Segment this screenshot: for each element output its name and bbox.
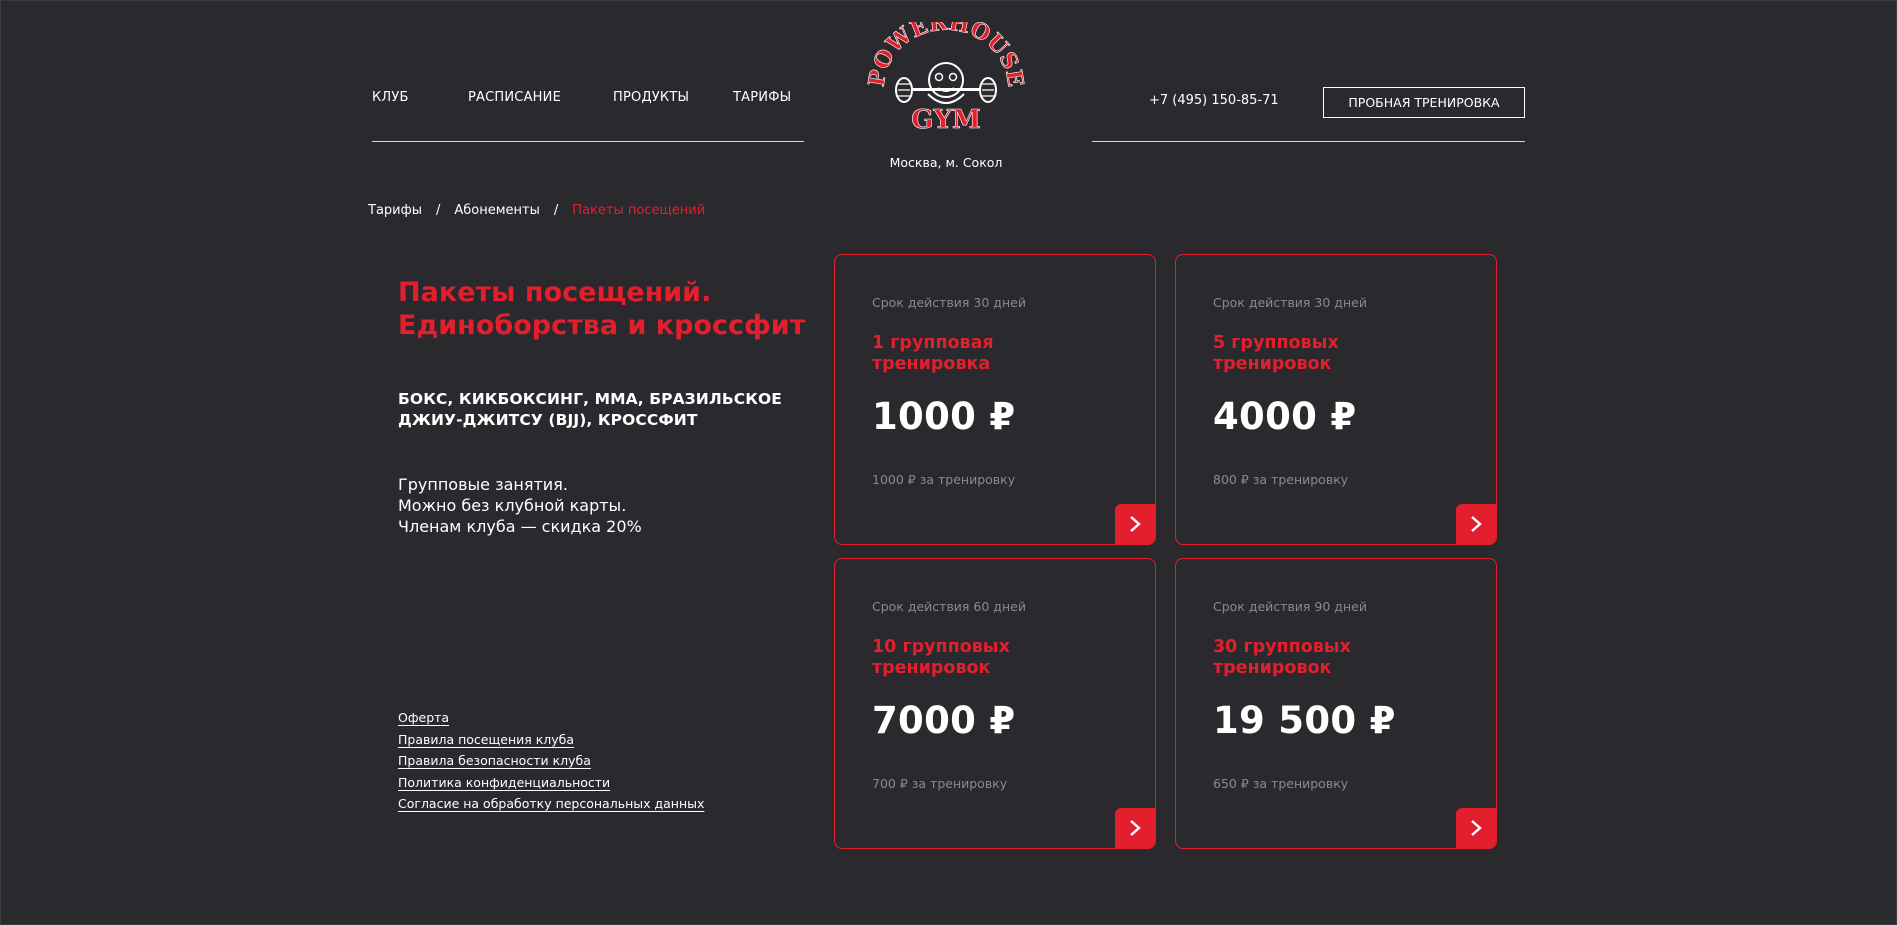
package-card[interactable]: Срок действия 30 дней 5 групповых тренир…	[1175, 254, 1497, 545]
nav-item-products[interactable]: ПРОДУКТЫ	[613, 90, 689, 105]
card-title-line: тренировок	[872, 658, 991, 678]
header-divider-left	[372, 141, 804, 142]
card-arrow-button[interactable]	[1456, 808, 1496, 848]
card-arrow-button[interactable]	[1115, 504, 1155, 544]
card-validity: Срок действия 60 дней	[872, 599, 1026, 614]
legal-links: Оферта Правила посещения клуба Правила б…	[398, 707, 704, 815]
city-label: Москва, м. Сокол	[889, 155, 1003, 170]
card-title-line: тренировок	[1213, 354, 1332, 374]
page-title: Пакеты посещений. Единоборства и кроссфи…	[398, 276, 818, 342]
personal-data-consent-link[interactable]: Согласие на обработку персональных данны…	[398, 793, 704, 815]
description-line: Можно без клубной карты.	[398, 496, 627, 515]
privacy-policy-link[interactable]: Политика конфиденциальности	[398, 772, 704, 794]
package-card[interactable]: Срок действия 30 дней 1 групповая тренир…	[834, 254, 1156, 545]
card-price: 4000 ₽	[1213, 395, 1357, 438]
disciplines-line-1: БОКС, КИКБОКСИНГ, ММА, БРАЗИЛЬСКОЕ	[398, 390, 782, 408]
card-arrow-button[interactable]	[1115, 808, 1155, 848]
breadcrumb-separator: /	[553, 203, 559, 218]
card-title: 30 групповых тренировок	[1213, 637, 1473, 679]
card-title-line: 5 групповых	[1213, 333, 1339, 353]
card-validity: Срок действия 30 дней	[1213, 295, 1367, 310]
page-title-line-2: Единоборства и кроссфит	[398, 310, 806, 341]
card-price: 7000 ₽	[872, 699, 1016, 742]
card-validity: Срок действия 30 дней	[872, 295, 1026, 310]
package-card[interactable]: Срок действия 90 дней 30 групповых трени…	[1175, 558, 1497, 849]
breadcrumb-separator: /	[436, 203, 441, 218]
nav-item-tariffs[interactable]: ТАРИФЫ	[733, 90, 791, 105]
chevron-right-icon	[1471, 820, 1482, 836]
breadcrumb-subscriptions[interactable]: Абонементы	[454, 203, 540, 218]
trial-training-button[interactable]: ПРОБНАЯ ТРЕНИРОВКА	[1323, 87, 1525, 118]
card-title-line: тренировок	[1213, 658, 1332, 678]
card-price-per-session: 800 ₽ за тренировку	[1213, 472, 1349, 487]
description-line: Членам клуба — скидка 20%	[398, 517, 642, 536]
breadcrumb: Тарифы / Абонементы / Пакеты посещений	[368, 203, 705, 218]
card-title-line: 1 групповая	[872, 333, 994, 353]
chevron-right-icon	[1130, 820, 1141, 836]
card-title-line: тренировка	[872, 354, 991, 374]
header-divider-right	[1092, 141, 1525, 142]
safety-rules-link[interactable]: Правила безопасности клуба	[398, 750, 704, 772]
logo[interactable]: POWERHOUSE GYM	[863, 9, 1028, 135]
card-arrow-button[interactable]	[1456, 504, 1496, 544]
chevron-right-icon	[1130, 516, 1141, 532]
card-title: 10 групповых тренировок	[872, 637, 1132, 679]
chevron-right-icon	[1471, 516, 1482, 532]
phone-link[interactable]: +7 (495) 150-85-71	[1149, 93, 1279, 108]
card-price-per-session: 700 ₽ за тренировку	[872, 776, 1008, 791]
card-price: 1000 ₽	[872, 395, 1016, 438]
disciplines-line-2: ДЖИУ-ДЖИТСУ (BJJ), КРОССФИТ	[398, 411, 698, 429]
page-title-line-1: Пакеты посещений.	[398, 277, 712, 308]
visit-rules-link[interactable]: Правила посещения клуба	[398, 729, 704, 751]
card-validity: Срок действия 90 дней	[1213, 599, 1367, 614]
card-title: 1 групповая тренировка	[872, 333, 1132, 375]
gym-mascot-logo-icon: POWERHOUSE GYM	[863, 9, 1028, 135]
description: Групповые занятия. Можно без клубной кар…	[398, 474, 642, 537]
card-price-per-session: 1000 ₽ за тренировку	[872, 472, 1016, 487]
card-price: 19 500 ₽	[1213, 699, 1396, 742]
description-line: Групповые занятия.	[398, 475, 568, 494]
breadcrumb-current: Пакеты посещений	[572, 203, 706, 218]
logo-bottom-text: GYM	[911, 105, 981, 134]
disciplines-list: БОКС, КИКБОКСИНГ, ММА, БРАЗИЛЬСКОЕ ДЖИУ-…	[398, 389, 798, 431]
offer-link[interactable]: Оферта	[398, 707, 704, 729]
card-title: 5 групповых тренировок	[1213, 333, 1473, 375]
nav-item-club[interactable]: КЛУБ	[372, 90, 409, 105]
breadcrumb-tariffs[interactable]: Тарифы	[368, 203, 422, 218]
card-price-per-session: 650 ₽ за тренировку	[1213, 776, 1349, 791]
card-title-line: 30 групповых	[1213, 637, 1351, 657]
card-title-line: 10 групповых	[872, 637, 1010, 657]
nav-item-schedule[interactable]: РАСПИСАНИЕ	[468, 90, 561, 105]
package-card[interactable]: Срок действия 60 дней 10 групповых трени…	[834, 558, 1156, 849]
